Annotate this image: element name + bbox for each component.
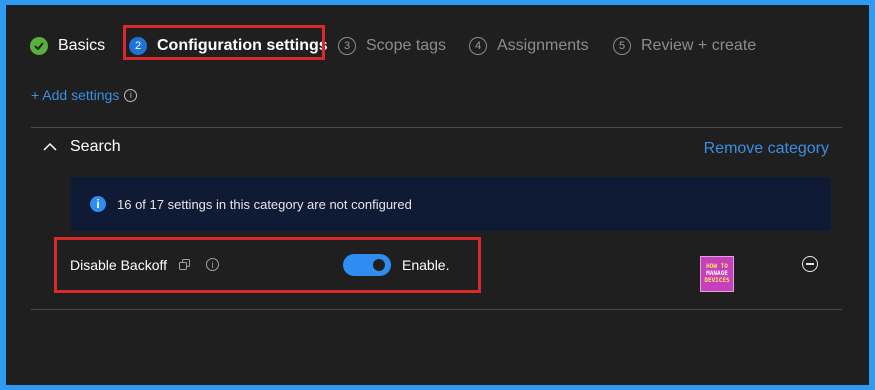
step-number: 3 bbox=[338, 37, 356, 55]
info-icon[interactable]: i bbox=[124, 88, 138, 102]
add-settings-link[interactable]: + Add settings i bbox=[31, 87, 138, 103]
info-banner: i 16 of 17 settings in this category are… bbox=[70, 177, 831, 231]
step-label: Basics bbox=[58, 37, 106, 54]
step-label: Scope tags bbox=[366, 37, 447, 54]
remove-setting-icon[interactable] bbox=[802, 256, 818, 272]
step-scope-tags[interactable]: 3 Scope tags bbox=[338, 31, 446, 61]
chevron-up-icon[interactable] bbox=[43, 142, 57, 152]
step-assignments[interactable]: 4 Assignments bbox=[469, 31, 589, 61]
category-title: Search bbox=[70, 138, 121, 155]
step-review-create[interactable]: 5 Review + create bbox=[613, 31, 756, 61]
checkmark-icon bbox=[30, 37, 48, 55]
info-filled-icon: i bbox=[90, 196, 106, 212]
remove-category-link[interactable]: Remove category bbox=[704, 140, 829, 158]
step-label: Review + create bbox=[641, 37, 757, 54]
divider-bottom bbox=[31, 309, 842, 310]
divider-top bbox=[31, 127, 842, 128]
add-settings-label: + Add settings bbox=[31, 87, 120, 103]
highlight-setting-row bbox=[54, 237, 481, 293]
logo-line3: DEVICES bbox=[704, 277, 730, 284]
step-label: Assignments bbox=[497, 37, 589, 54]
how-to-manage-devices-logo: HOW TO MANAGE DEVICES bbox=[700, 256, 734, 292]
banner-text: 16 of 17 settings in this category are n… bbox=[117, 196, 412, 212]
step-basics[interactable]: Basics bbox=[30, 31, 105, 61]
highlight-config-step bbox=[123, 25, 325, 60]
policy-wizard-panel: Basics 2 Configuration settings 3 Scope … bbox=[6, 5, 869, 385]
category-header[interactable]: Search bbox=[43, 138, 121, 156]
step-number: 5 bbox=[613, 37, 631, 55]
step-number: 4 bbox=[469, 37, 487, 55]
